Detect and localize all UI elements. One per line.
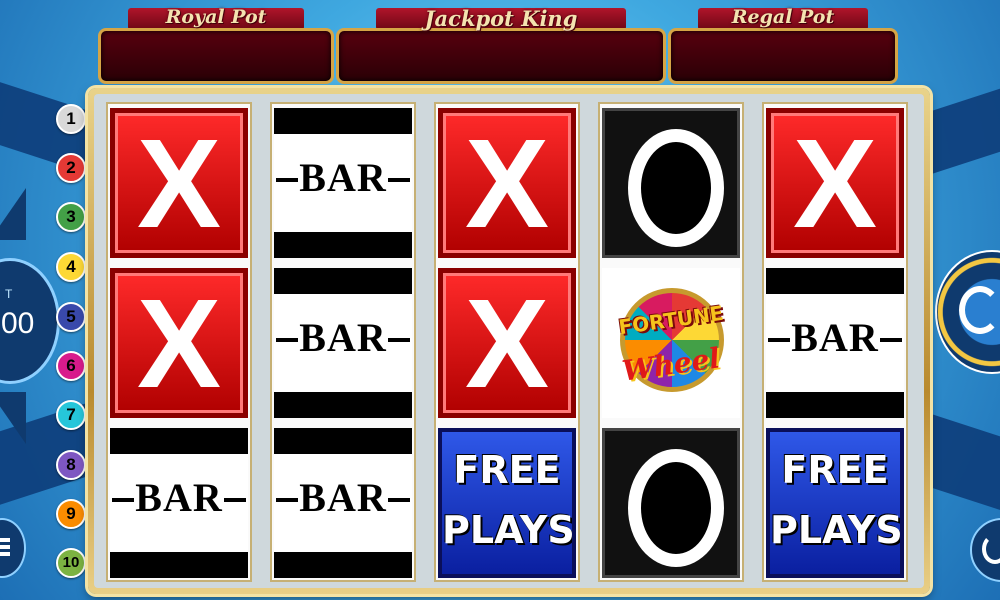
symbol-bar-label: BAR bbox=[299, 155, 387, 200]
symbol-x-label: X bbox=[136, 113, 222, 254]
symbol-o-ring bbox=[628, 129, 724, 247]
bar-stripe bbox=[274, 552, 412, 578]
bar-stripe bbox=[274, 428, 412, 454]
free-plays-line1: FREE bbox=[453, 448, 561, 492]
jackpot-title: Regal Pot bbox=[731, 6, 835, 28]
symbol-free-plays: FREE PLAYS bbox=[766, 428, 904, 578]
jackpot-title: Jackpot King bbox=[424, 6, 578, 31]
symbol-bar-label: BAR bbox=[299, 315, 387, 360]
bar-stripe bbox=[274, 232, 412, 258]
payline-10[interactable]: 10 bbox=[56, 548, 86, 578]
symbol-x-label: X bbox=[464, 273, 550, 414]
symbol-bar: BAR bbox=[274, 108, 412, 258]
symbol-x: X bbox=[438, 268, 576, 418]
symbol-o bbox=[602, 428, 740, 578]
symbol-x-label: X bbox=[136, 273, 222, 414]
menu-button[interactable] bbox=[0, 518, 26, 578]
jackpot-display bbox=[336, 28, 666, 84]
free-plays-line1: FREE bbox=[781, 448, 889, 492]
symbol-x-label: X bbox=[464, 113, 550, 254]
symbol-free-plays: FREE PLAYS bbox=[438, 428, 576, 578]
reel-4: FORTUNE Wheel bbox=[598, 102, 744, 582]
bet-label: T bbox=[5, 287, 13, 301]
symbol-x: X bbox=[438, 108, 576, 258]
symbol-bar: BAR bbox=[766, 268, 904, 418]
menu-icon-bar bbox=[0, 545, 10, 549]
payline-label: 8 bbox=[66, 455, 76, 474]
payline-label: 7 bbox=[66, 405, 76, 424]
payline-label: 3 bbox=[66, 207, 76, 226]
jackpot-regal-pot: Regal Pot bbox=[668, 0, 898, 90]
symbol-bar: BAR bbox=[274, 268, 412, 418]
bet-down-arrow-icon[interactable] bbox=[0, 392, 26, 444]
payline-label: 4 bbox=[66, 257, 76, 276]
symbol-bar: BAR bbox=[274, 428, 412, 578]
symbol-bar-label: BAR bbox=[299, 475, 387, 520]
payline-label: 5 bbox=[66, 307, 76, 326]
reel-frame: X X BAR BAR BAR BAR X X FREE PLAYS FORTU… bbox=[88, 88, 930, 594]
symbol-x: X bbox=[766, 108, 904, 258]
autoplay-button[interactable] bbox=[970, 518, 1000, 582]
symbol-x: X bbox=[110, 108, 248, 258]
payline-3[interactable]: 3 bbox=[56, 202, 86, 232]
free-plays-line2: PLAYS bbox=[442, 508, 575, 552]
payline-7[interactable]: 7 bbox=[56, 400, 86, 430]
payline-label: 2 bbox=[66, 158, 76, 177]
spin-button[interactable] bbox=[935, 250, 1000, 374]
bet-up-arrow-icon[interactable] bbox=[0, 188, 26, 240]
payline-4[interactable]: 4 bbox=[56, 252, 86, 282]
spin-icon bbox=[959, 286, 1000, 334]
bar-stripe bbox=[274, 108, 412, 134]
payline-label: 9 bbox=[66, 504, 76, 523]
reel-3: X X FREE PLAYS bbox=[434, 102, 580, 582]
payline-9[interactable]: 9 bbox=[56, 499, 86, 529]
bar-stripe bbox=[766, 268, 904, 294]
payline-1[interactable]: 1 bbox=[56, 104, 86, 134]
symbol-bar-label: BAR bbox=[791, 315, 879, 360]
free-plays-line2: PLAYS bbox=[770, 508, 903, 552]
payline-2[interactable]: 2 bbox=[56, 153, 86, 183]
jackpot-king: Jackpot King bbox=[336, 0, 666, 90]
payline-label: 6 bbox=[66, 356, 76, 375]
payline-label: 1 bbox=[66, 109, 76, 128]
bar-stripe bbox=[110, 552, 248, 578]
bar-stripe bbox=[274, 268, 412, 294]
bar-stripe bbox=[766, 392, 904, 418]
jackpot-royal-pot: Royal Pot bbox=[98, 0, 334, 90]
reel-5: X BAR FREE PLAYS bbox=[762, 102, 908, 582]
symbol-x-label: X bbox=[792, 113, 878, 254]
reel-2: BAR BAR BAR bbox=[270, 102, 416, 582]
jackpot-title: Royal Pot bbox=[165, 6, 267, 28]
payline-6[interactable]: 6 bbox=[56, 351, 86, 381]
bar-stripe bbox=[274, 392, 412, 418]
jackpot-display bbox=[668, 28, 898, 84]
symbol-o-ring bbox=[628, 449, 724, 567]
payline-8[interactable]: 8 bbox=[56, 450, 86, 480]
symbol-fortune-wheel: FORTUNE Wheel bbox=[602, 268, 740, 418]
symbol-bar: BAR bbox=[110, 428, 248, 578]
jackpot-display bbox=[98, 28, 334, 84]
payline-label: 10 bbox=[62, 554, 80, 571]
reel-1: X X BAR bbox=[106, 102, 252, 582]
reel-area: X X BAR BAR BAR BAR X X FREE PLAYS FORTU… bbox=[94, 94, 924, 588]
symbol-o bbox=[602, 108, 740, 258]
payline-5[interactable]: 5 bbox=[56, 302, 86, 332]
symbol-bar-label: BAR bbox=[135, 475, 223, 520]
bet-value: 00 bbox=[1, 307, 35, 340]
bar-stripe bbox=[110, 428, 248, 454]
bet-display[interactable]: T 00 bbox=[0, 258, 60, 384]
symbol-x: X bbox=[110, 268, 248, 418]
autoplay-icon bbox=[982, 534, 1000, 564]
